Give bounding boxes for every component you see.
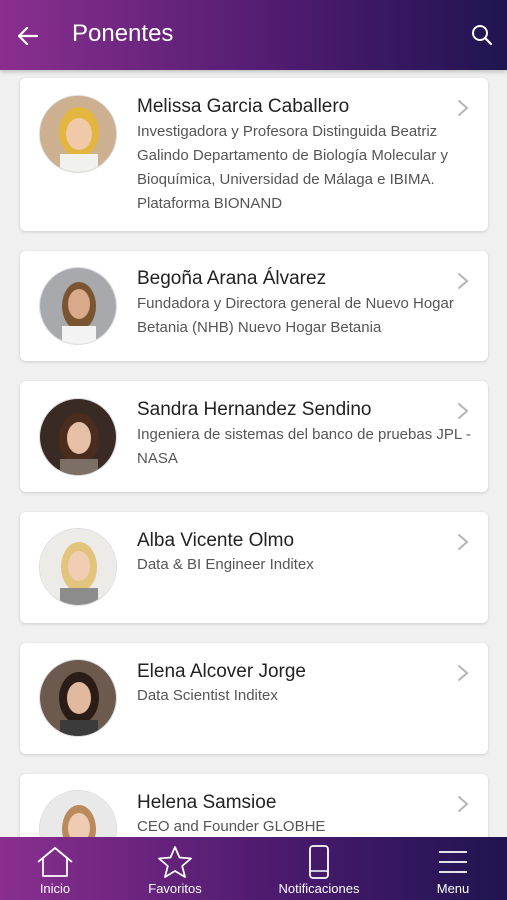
chevron-right-icon — [458, 665, 469, 681]
speaker-avatar — [39, 267, 117, 345]
nav-favoritos[interactable]: Favoritos — [139, 837, 211, 900]
bottom-navigation: Inicio Favoritos Notificaciones Menu — [0, 837, 507, 900]
speaker-card[interactable]: Sandra Hernandez Sendino Ingeniera de si… — [20, 381, 488, 492]
speaker-role: Ingeniera de sistemas del banco de prueb… — [137, 426, 471, 467]
chevron-right-icon — [458, 273, 469, 289]
speaker-role: CEO and Founder GLOBHE — [137, 818, 326, 835]
speaker-name: Sandra Hernandez Sendino — [137, 399, 372, 420]
speaker-role: Fundadora y Directora general de Nuevo H… — [137, 295, 454, 336]
home-icon — [37, 847, 73, 877]
speaker-card[interactable]: Elena Alcover Jorge Data Scientist Indit… — [20, 643, 488, 754]
speaker-card[interactable]: Melissa Garcia Caballero Investigadora y… — [20, 78, 488, 231]
speaker-avatar — [39, 528, 117, 606]
chevron-right-icon — [458, 403, 469, 419]
page-title: Ponentes — [72, 20, 174, 47]
chevron-right-icon — [458, 100, 469, 116]
speaker-avatar — [39, 790, 117, 837]
search-button[interactable] — [469, 22, 495, 48]
speaker-name: Begoña Arana Álvarez — [137, 268, 327, 289]
speaker-name: Alba Vicente Olmo — [137, 530, 295, 551]
speaker-card[interactable]: Helena Samsioe CEO and Founder GLOBHE — [20, 774, 488, 837]
nav-label: Menu — [436, 881, 470, 896]
nav-label: Inicio — [39, 881, 71, 896]
speaker-card[interactable]: Alba Vicente Olmo Data & BI Engineer Ind… — [20, 512, 488, 623]
speaker-name: Melissa Garcia Caballero — [137, 96, 350, 117]
search-icon — [472, 25, 493, 46]
speaker-avatar — [39, 398, 117, 476]
nav-label: Favoritos — [148, 881, 202, 896]
speaker-list[interactable]: Melissa Garcia Caballero Investigadora y… — [0, 70, 507, 837]
speaker-role: Data Scientist Inditex — [137, 687, 278, 704]
back-button[interactable] — [14, 22, 42, 50]
speaker-role: Investigadora y Profesora Distinguida Be… — [137, 123, 449, 212]
speaker-name: Helena Samsioe — [137, 792, 277, 813]
speaker-avatar — [39, 95, 117, 173]
chevron-right-icon — [458, 534, 469, 550]
nav-label: Notificaciones — [278, 881, 360, 896]
nav-notificaciones[interactable]: Notificaciones — [270, 837, 368, 900]
nav-menu[interactable]: Menu — [424, 837, 482, 900]
speaker-name: Elena Alcover Jorge — [137, 661, 306, 682]
chevron-right-icon — [458, 796, 469, 812]
star-icon — [158, 846, 192, 878]
app-header: Ponentes — [0, 0, 507, 70]
nav-inicio[interactable]: Inicio — [20, 837, 90, 900]
speaker-card[interactable]: Begoña Arana Álvarez Fundadora y Directo… — [20, 251, 488, 361]
speaker-avatar — [39, 659, 117, 737]
phone-icon — [309, 845, 329, 879]
arrow-left-icon — [18, 27, 38, 45]
hamburger-menu-icon — [439, 851, 467, 873]
speaker-role: Data & BI Engineer Inditex — [137, 556, 314, 573]
